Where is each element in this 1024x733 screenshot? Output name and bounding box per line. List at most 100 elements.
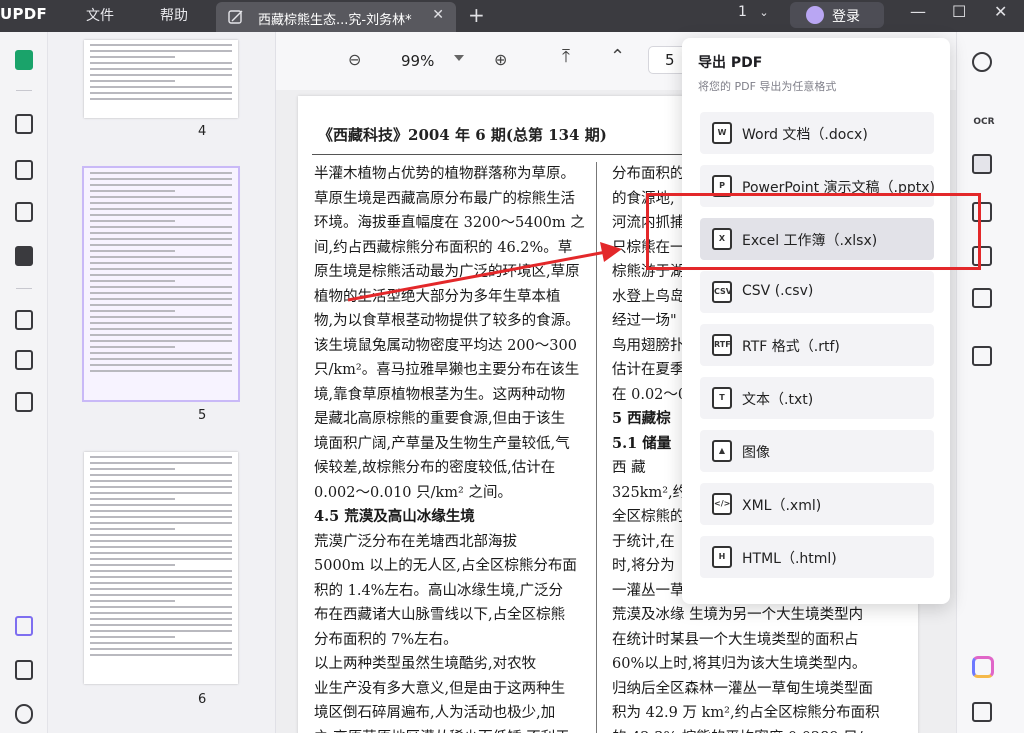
journal-header: 《西藏科技》2004 年 6 期(总第 134 期) [318,126,607,144]
reader-mode-button[interactable] [12,48,36,72]
text-line: 只/km²。喜马拉雅旱獭也主要分布在该生 [314,362,580,378]
layers-button[interactable] [12,614,36,638]
thumbnail-panel: 4 5 6 [48,32,276,733]
page-thumbnail-4[interactable] [84,40,238,118]
text-line: 60%以上时,将其归为该大生境类型内。 [612,656,867,672]
text-file-icon: T [712,387,732,409]
text-line: 物,为以食草根茎动物提供了较多的食源。 [314,313,580,329]
app-logo: UPDF [0,5,48,23]
zoom-out-icon[interactable]: ⊖ [348,50,361,69]
xml-icon: </> [712,493,732,515]
page-dropdown-value: 1 [738,4,747,20]
page-dropdown[interactable]: 1 ⌄ [738,4,769,20]
text-line: 5000m 以上的无人区,占全区棕熊分布面 [314,558,577,574]
ai-assistant-icon[interactable] [972,656,994,678]
text-line: 之,高原草原地区灌丛稀少而低矮,不利于 [314,726,588,733]
form-icon [15,202,33,222]
window-close-icon[interactable]: ✕ [994,2,1007,21]
menu-help[interactable]: 帮助 [160,5,188,25]
attachment-button[interactable] [12,702,36,726]
rtf-icon: RTF [712,334,732,356]
text-line: 环境。海拔垂直幅度在 3200～5400m 之 [314,215,585,231]
export-option-label: RTF 格式（.rtf) [742,339,840,355]
text-line: 草原生境是西藏高原分布最广的棕熊生活 [314,190,575,207]
add-tab-icon[interactable]: + [468,3,485,27]
export-option[interactable]: W Word 文档（.docx) [700,112,934,154]
tab-title: 西藏棕熊生态...究-刘务林* [258,13,412,28]
zoom-dropdown-icon[interactable] [454,55,464,61]
convert-icon[interactable] [972,154,992,174]
edit-doc-icon [228,10,243,24]
close-icon[interactable]: ✕ [432,7,444,23]
bookmark-icon [15,660,33,680]
export-option[interactable]: H HTML（.html) [700,536,934,578]
left-text-column: 半灌木植物占优势的植物群落称为草原。 草原生境是西藏高原分布最广的棕熊生活 环境。海… [314,162,588,733]
login-button[interactable]: 登录 [790,2,884,28]
minimize-icon[interactable]: — [910,2,926,21]
search-icon[interactable] [972,52,992,72]
sign-tool-button[interactable] [12,244,36,268]
zoom-level[interactable]: 99% [401,52,434,70]
first-page-icon[interactable]: ⤒ [562,46,570,67]
image-icon: ▲ [712,440,732,462]
maximize-icon[interactable]: ☐ [952,2,966,21]
text-line: 是藏北高原棕熊的重要食源,但由于该生 [314,411,566,427]
text-line: 4.5 荒漠及高山冰缘生境 [314,508,475,525]
paperclip-icon [15,704,33,724]
batch-tool-button[interactable] [12,390,36,414]
avatar [806,6,824,24]
reader-icon [15,50,33,70]
thumbnail-page-number: 4 [198,124,207,139]
text-line: 积的 1.4%左右。高山冰缘生境,广泛分 [314,582,564,599]
text-line: 该生境鼠兔属动物密度平均达 200～300 [314,337,577,354]
csv-icon: CSV [712,281,732,303]
text-line: 荒漠及冰缘 生境为另一个大生境类型内 [612,607,864,623]
email-icon[interactable] [972,288,992,308]
menu-file[interactable]: 文件 [86,5,114,25]
document-tab[interactable]: 西藏棕熊生态...究-刘务林* ✕ [216,2,456,32]
divider [16,288,32,289]
export-option[interactable]: RTF RTF 格式（.rtf) [700,324,934,366]
text-line: 积为 42.9 万 km²,约占全区棕熊分布面积 [612,705,880,721]
organize-pages-button[interactable] [12,308,36,332]
thumbnail-page-number: 6 [198,692,207,707]
export-option[interactable]: ▲ 图像 [700,430,934,472]
export-option-label: 图像 [742,445,770,461]
annotation-highlight-box [646,193,981,270]
save-icon[interactable] [972,346,992,366]
sign-icon [15,246,33,266]
crop-icon [15,350,33,370]
comment-list-icon[interactable] [972,702,992,722]
title-bar: UPDF 文件 帮助 西藏棕熊生态...究-刘务林* ✕ + 1 ⌄ 登录 — … [0,0,1024,32]
edit-tool-button[interactable] [12,158,36,182]
export-option[interactable]: CSV CSV (.csv) [700,271,934,313]
export-option-label: Word 文档（.docx) [742,127,868,143]
left-toolbar [0,32,48,733]
page-thumbnail-5[interactable] [82,166,240,402]
bookmark-button[interactable] [12,658,36,682]
crop-tool-button[interactable] [12,348,36,372]
chevron-down-icon: ⌄ [759,6,769,19]
column-divider [596,162,597,733]
comment-tool-button[interactable] [12,112,36,136]
text-line: 境区倒石碎屑遍布,人为活动也极少,加 [314,705,556,721]
export-panel-title: 导出 PDF [698,55,763,71]
thumbnail-page-number: 5 [198,408,207,423]
highlighter-icon [15,114,33,134]
export-option[interactable]: </> XML（.xml) [700,483,934,525]
text-line: 境,靠食草原植物根茎为生。这两种动物 [314,386,566,403]
right-toolbar: OCR [956,32,1024,733]
ocr-icon[interactable]: OCR [972,112,996,132]
export-option[interactable]: T 文本（.txt) [700,377,934,419]
layers-stack-icon [15,392,33,412]
export-pdf-panel: 导出 PDF 将您的 PDF 导出为任意格式 W Word 文档（.docx) P P… [682,38,950,604]
form-tool-button[interactable] [12,200,36,224]
divider [16,90,32,91]
pages-icon [15,310,33,330]
previous-page-icon[interactable]: ⌃ [610,46,625,67]
export-option-label: HTML（.html) [742,551,837,567]
text-line: 半灌木植物占优势的植物群落称为草原。 [314,166,575,182]
zoom-in-icon[interactable]: ⊕ [494,50,507,69]
export-option-label: CSV (.csv) [742,283,814,299]
page-thumbnail-6[interactable] [84,452,238,684]
